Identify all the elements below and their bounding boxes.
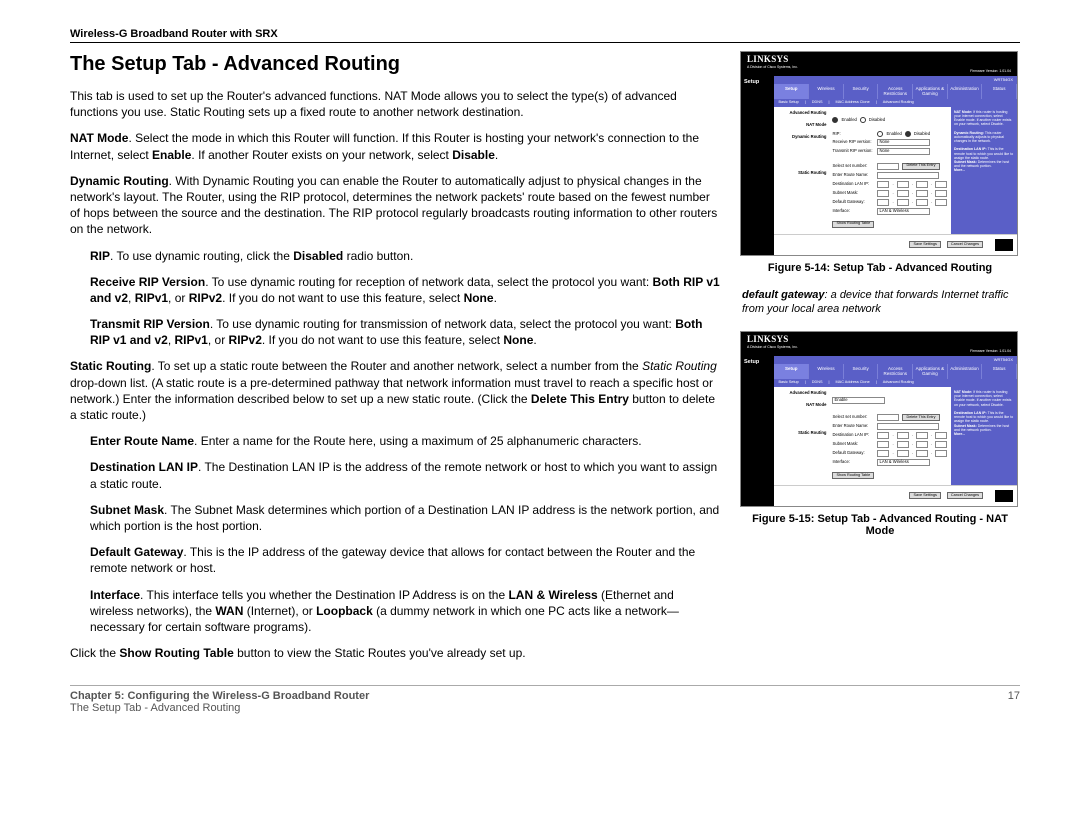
subtab-mac[interactable]: MAC Address Clone <box>836 381 870 385</box>
tab-apps[interactable]: Applications & Gaming <box>913 364 948 379</box>
nat-label: NAT Mode <box>70 131 128 145</box>
gw-3[interactable] <box>916 199 928 206</box>
figure-5-15-caption: Figure 5-15: Setup Tab - Advanced Routin… <box>740 513 1020 537</box>
static-routing-para: Static Routing. To set up a static route… <box>70 358 720 423</box>
tab-admin[interactable]: Administration <box>948 84 983 99</box>
help-more-link[interactable]: More... <box>954 432 965 436</box>
tab-wireless[interactable]: Wireless <box>809 364 844 379</box>
subtab-advrouting[interactable]: Advanced Routing <box>883 101 914 105</box>
interface-para: Interface. This interface tells you whet… <box>90 587 720 636</box>
rip-enabled-radio[interactable] <box>877 131 883 137</box>
main-content: The Setup Tab - Advanced Routing This ta… <box>70 51 720 671</box>
linksys-logo: LINKSYS <box>747 334 789 344</box>
delete-entry-button[interactable]: Delete This Entry <box>902 414 939 421</box>
section-label: Setup <box>741 76 774 255</box>
interface-select[interactable]: LAN & Wireless <box>877 208 930 215</box>
tab-setup[interactable]: Setup <box>774 364 809 379</box>
save-settings-button[interactable]: Save Settings <box>909 241 940 248</box>
dest-ip-2[interactable] <box>897 181 909 188</box>
route-name-para: Enter Route Name. Enter a name for the R… <box>90 433 720 449</box>
dynamic-routing-para: Dynamic Routing. With Dynamic Routing yo… <box>70 173 720 238</box>
interface-select[interactable]: LAN & Wireless <box>877 459 930 466</box>
header-rule <box>70 42 1020 43</box>
sidebar: LINKSYS A Division of Cisco Systems, Inc… <box>740 51 1020 671</box>
show-routing-button[interactable]: Show Routing Table <box>832 221 874 228</box>
cancel-changes-button[interactable]: Cancel Changes <box>947 241 983 248</box>
page-number: 17 <box>1008 690 1020 714</box>
save-settings-button[interactable]: Save Settings <box>909 492 940 499</box>
subnet-3[interactable] <box>916 190 928 197</box>
subtab-basic[interactable]: Basic Setup <box>778 101 798 105</box>
product-header: Wireless-G Broadband Router with SRX <box>70 28 1020 40</box>
page-footer: Chapter 5: Configuring the Wireless-G Br… <box>70 685 1020 714</box>
intro-para: This tab is used to set up the Router's … <box>70 88 720 120</box>
select-set-dropdown[interactable] <box>877 414 899 421</box>
figure-5-14-caption: Figure 5-14: Setup Tab - Advanced Routin… <box>740 262 1020 274</box>
dest-ip-para: Destination LAN IP. The Destination LAN … <box>90 459 720 491</box>
dyn-label: Dynamic Routing <box>70 174 169 188</box>
tab-setup[interactable]: Setup <box>774 84 809 99</box>
tab-security[interactable]: Security <box>844 364 879 379</box>
tab-access[interactable]: Access Restrictions <box>878 364 913 379</box>
subnet-para: Subnet Mask. The Subnet Mask determines … <box>90 502 720 534</box>
gw-2[interactable] <box>897 199 909 206</box>
glossary-entry: default gateway: a device that forwards … <box>740 288 1020 318</box>
rip-disabled-radio[interactable] <box>905 131 911 137</box>
tab-status[interactable]: Status <box>982 364 1017 379</box>
rip-para: RIP. To use dynamic routing, click the D… <box>90 248 720 264</box>
help-more-link[interactable]: More... <box>954 168 965 172</box>
gateway-para: Default Gateway. This is the IP address … <box>90 544 720 576</box>
receive-rip-para: Receive RIP Version. To use dynamic rout… <box>90 274 720 306</box>
footer-section: The Setup Tab - Advanced Routing <box>70 702 369 714</box>
nat-mode-select[interactable]: Enable <box>832 397 885 404</box>
subtab-ddns[interactable]: DDNS <box>812 101 823 105</box>
tab-wireless[interactable]: Wireless <box>809 84 844 99</box>
subtab-ddns[interactable]: DDNS <box>812 381 823 385</box>
route-name-input[interactable] <box>877 423 939 430</box>
tab-security[interactable]: Security <box>844 84 879 99</box>
subtab-advrouting[interactable]: Advanced Routing <box>883 381 914 385</box>
dest-ip-1[interactable] <box>877 181 889 188</box>
cisco-logo-icon <box>995 239 1013 251</box>
linksys-logo: LINKSYS <box>747 54 789 64</box>
tab-admin[interactable]: Administration <box>948 364 983 379</box>
subnet-2[interactable] <box>897 190 909 197</box>
cancel-changes-button[interactable]: Cancel Changes <box>947 492 983 499</box>
trans-rip-select[interactable]: None <box>877 148 930 155</box>
subtab-mac[interactable]: MAC Address Clone <box>836 101 870 105</box>
gw-4[interactable] <box>935 199 947 206</box>
select-set-dropdown[interactable] <box>877 163 899 170</box>
footer-chapter: Chapter 5: Configuring the Wireless-G Br… <box>70 690 369 702</box>
section-label: Setup <box>741 356 774 506</box>
tab-apps[interactable]: Applications & Gaming <box>913 84 948 99</box>
subnet-4[interactable] <box>935 190 947 197</box>
show-routing-button[interactable]: Show Routing Table <box>832 472 874 479</box>
tab-access[interactable]: Access Restrictions <box>878 84 913 99</box>
nat-mode-para: NAT Mode. Select the mode in which this … <box>70 130 720 162</box>
recv-rip-select[interactable]: None <box>877 139 930 146</box>
top-tabs: Setup Wireless Security Access Restricti… <box>774 84 1017 99</box>
show-routing-para: Click the Show Routing Table button to v… <box>70 645 720 661</box>
page-title: The Setup Tab - Advanced Routing <box>70 51 720 78</box>
radio-disabled[interactable] <box>860 117 866 123</box>
dest-ip-3[interactable] <box>916 181 928 188</box>
dest-ip-4[interactable] <box>935 181 947 188</box>
tab-status[interactable]: Status <box>982 84 1017 99</box>
figure-5-14-screenshot: LINKSYS A Division of Cisco Systems, Inc… <box>740 51 1018 256</box>
route-name-input[interactable] <box>877 172 939 179</box>
subnet-1[interactable] <box>877 190 889 197</box>
cisco-logo-icon <box>995 490 1013 502</box>
transmit-rip-para: Transmit RIP Version. To use dynamic rou… <box>90 316 720 348</box>
delete-entry-button[interactable]: Delete This Entry <box>902 163 939 170</box>
figure-5-15-screenshot: LINKSYS A Division of Cisco Systems, Inc… <box>740 331 1018 507</box>
subtab-basic[interactable]: Basic Setup <box>778 381 798 385</box>
gw-1[interactable] <box>877 199 889 206</box>
radio-enabled[interactable] <box>832 117 838 123</box>
